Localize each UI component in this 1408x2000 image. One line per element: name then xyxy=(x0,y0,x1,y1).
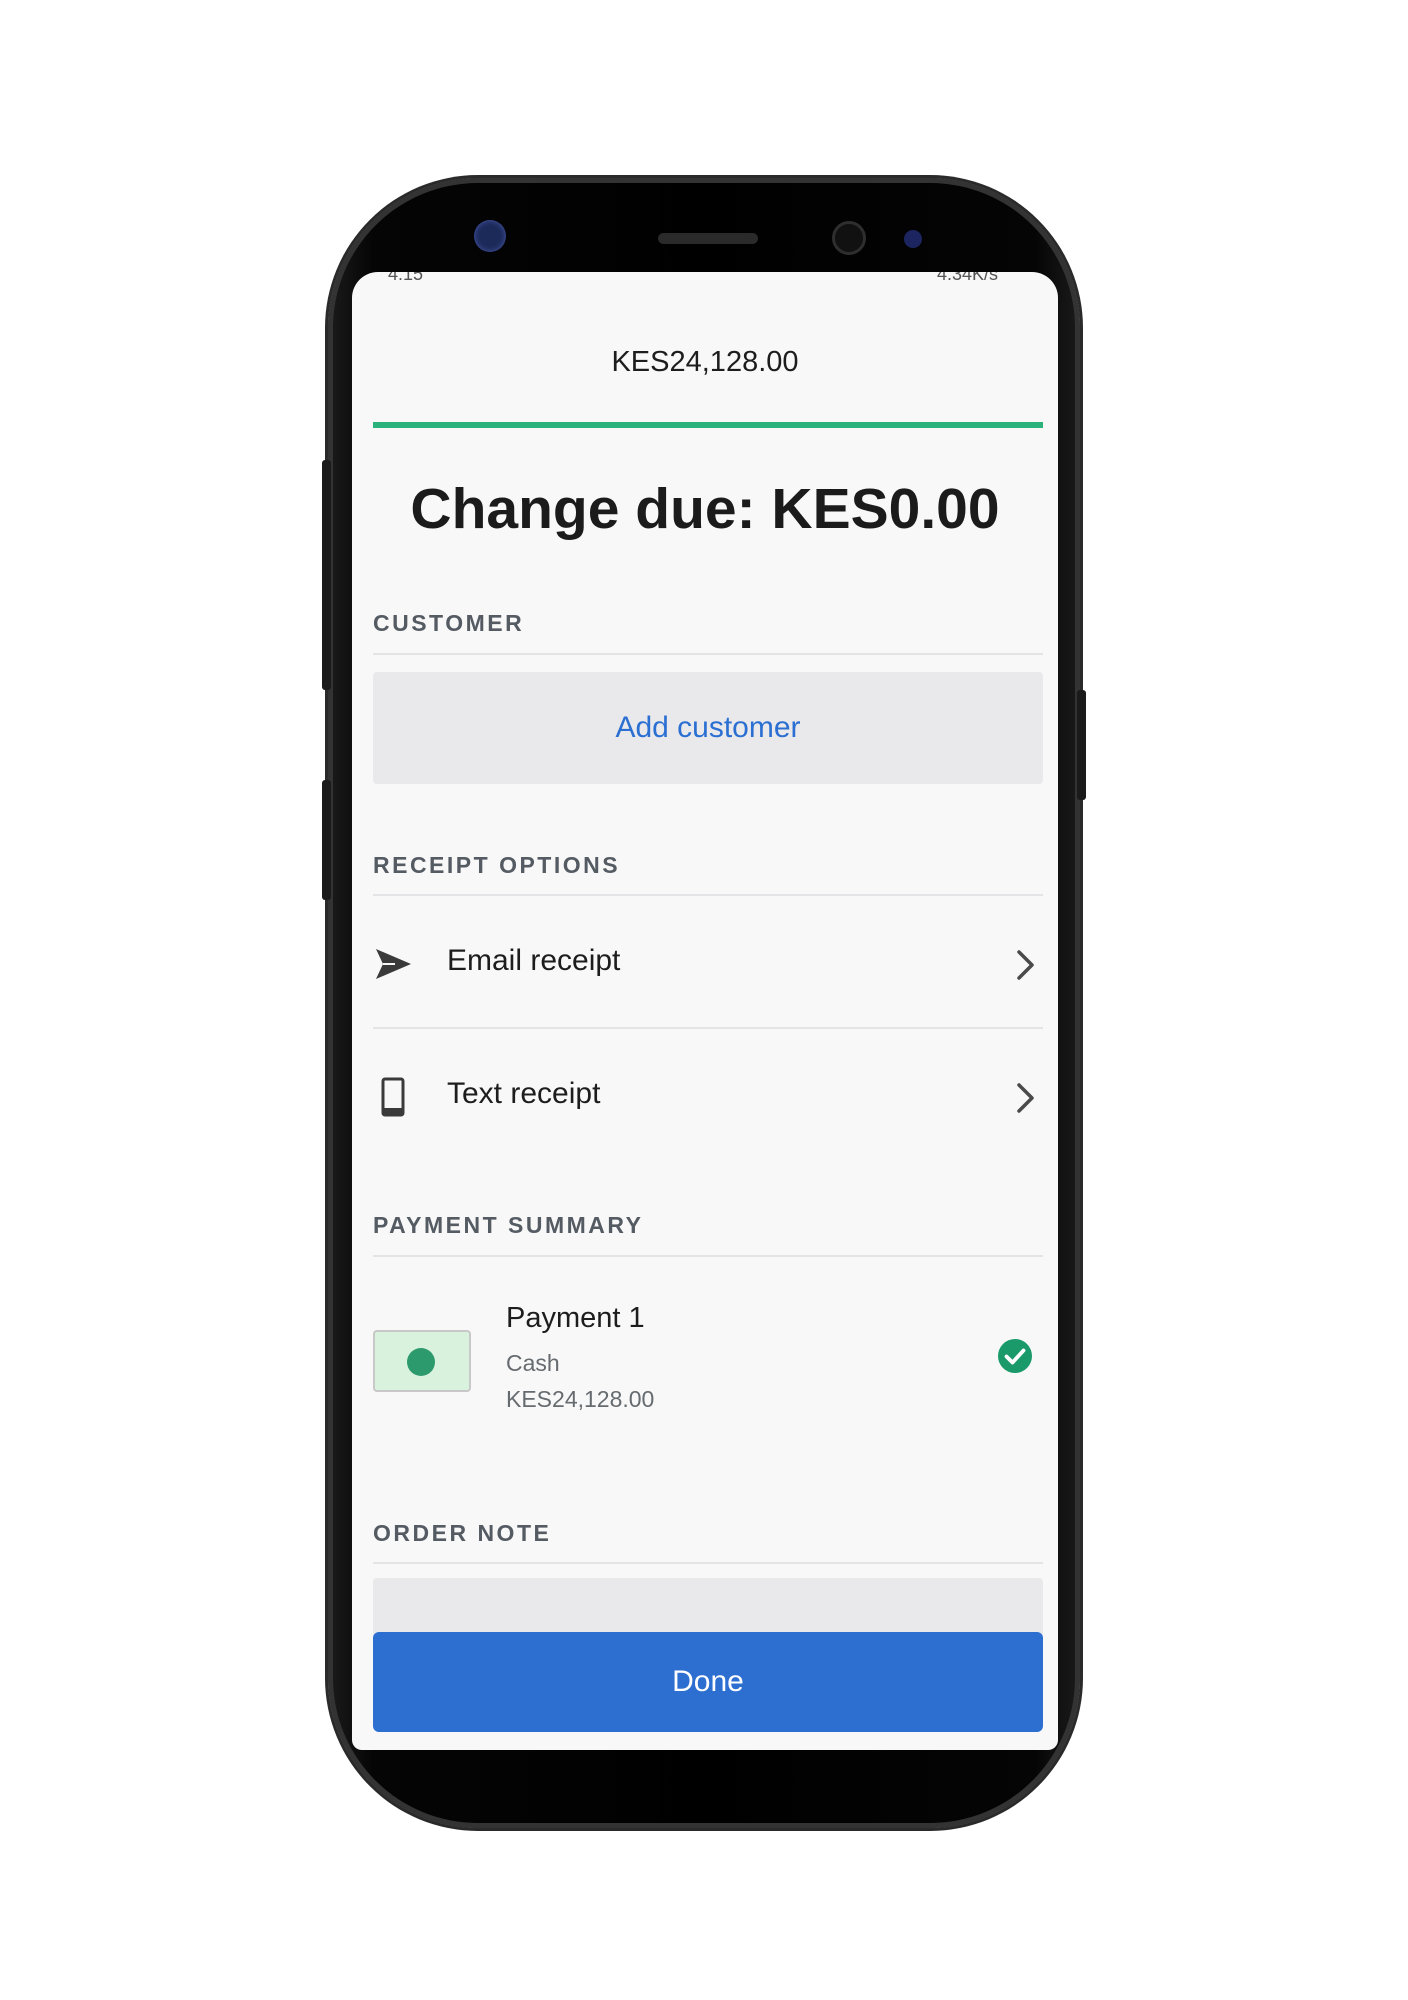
cash-payment-icon xyxy=(373,1330,471,1392)
divider xyxy=(373,1255,1043,1257)
sensor-icon xyxy=(904,230,922,248)
header-total-amount: KES24,128.00 xyxy=(611,346,799,378)
front-camera-icon xyxy=(474,220,506,252)
status-time: 4:15 xyxy=(388,272,424,284)
email-receipt-label: Email receipt xyxy=(447,944,621,977)
payment-summary-section-label: PAYMENT SUMMARY xyxy=(373,1212,644,1238)
divider xyxy=(373,1562,1043,1564)
add-customer-button[interactable]: Add customer xyxy=(373,672,1043,784)
done-button[interactable]: Done xyxy=(373,1632,1043,1732)
change-due-title: Change due: KES0.00 xyxy=(410,477,1000,541)
volume-button xyxy=(322,460,331,690)
payment-title: Payment 1 xyxy=(506,1302,645,1334)
cash-dot xyxy=(407,1348,435,1376)
app-screen: 4:15 4.34K/s KES24,128.00 Change due: KE… xyxy=(352,272,1058,1750)
chevron-right-icon xyxy=(1017,950,1034,980)
check-circle-icon xyxy=(998,1339,1032,1373)
text-receipt-label: Text receipt xyxy=(447,1077,601,1110)
bixby-button xyxy=(322,780,331,900)
status-network-speed: 4.34K/s xyxy=(936,272,998,284)
divider xyxy=(373,653,1043,655)
phone-icon xyxy=(381,1077,405,1117)
send-icon xyxy=(376,949,411,979)
customer-section-label: CUSTOMER xyxy=(373,610,525,636)
status-bar: 4:15 4.34K/s xyxy=(352,272,1058,288)
earpiece-speaker xyxy=(658,233,758,244)
text-receipt-row[interactable]: Text receipt xyxy=(373,1029,1043,1161)
payment-method: Cash xyxy=(506,1350,560,1376)
order-note-input[interactable] xyxy=(373,1578,1043,1638)
progress-bar xyxy=(373,422,1043,428)
payment-amount: KES24,128.00 xyxy=(506,1386,655,1412)
receipt-options-section-label: RECEIPT OPTIONS xyxy=(373,852,621,878)
order-note-section-label: ORDER NOTE xyxy=(373,1520,552,1546)
iris-scanner-icon xyxy=(832,221,866,255)
chevron-right-icon xyxy=(1017,1083,1034,1113)
power-button xyxy=(1077,690,1086,800)
email-receipt-row[interactable]: Email receipt xyxy=(373,896,1043,1028)
